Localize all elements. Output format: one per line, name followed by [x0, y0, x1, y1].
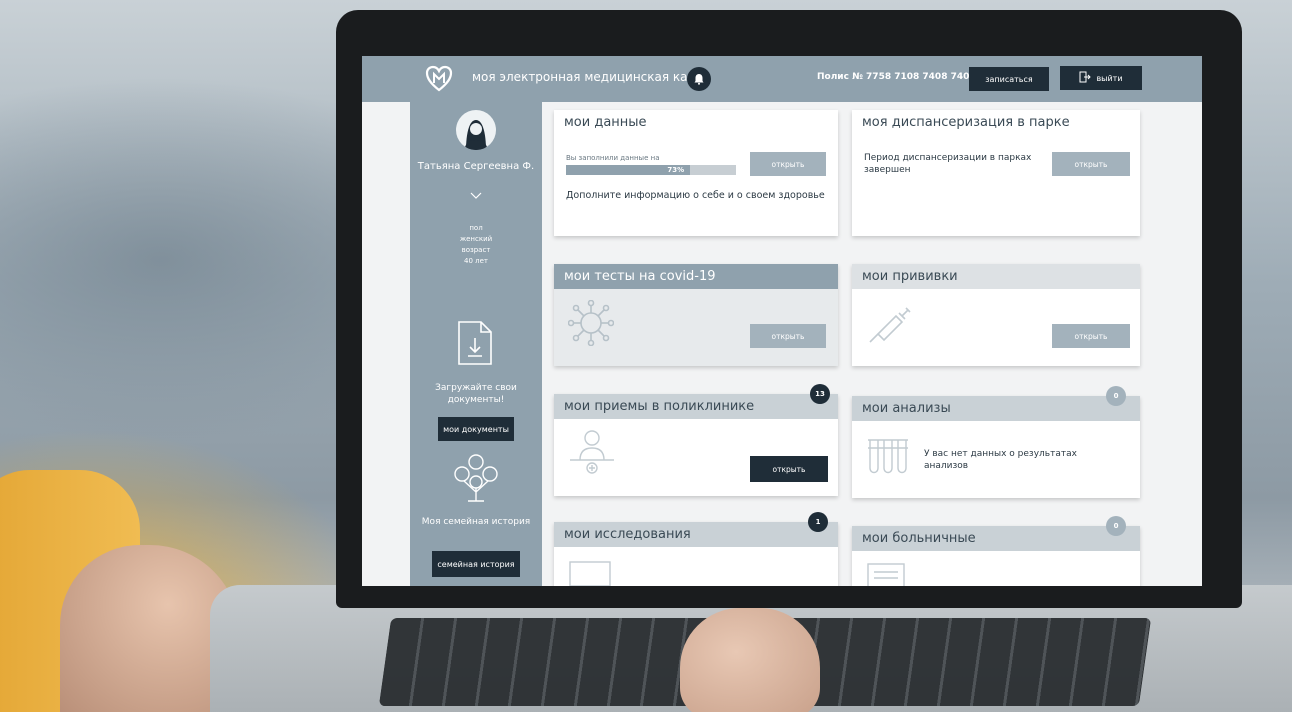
- card-research: мои исследования: [554, 522, 838, 586]
- family-history-button[interactable]: семейная история: [432, 551, 520, 577]
- profile-sidebar: Татьяна Сергеевна Ф. пол женский возраст…: [410, 102, 542, 586]
- family-history-text: Моя семейная история: [421, 517, 531, 527]
- analyses-count-badge: 0: [1106, 386, 1126, 406]
- my-documents-button[interactable]: мои документы: [438, 417, 514, 441]
- logout-label: выйти: [1096, 73, 1123, 83]
- heart-logo-icon[interactable]: [422, 62, 456, 96]
- appointments-count-badge: 13: [810, 384, 830, 404]
- my-data-open-button[interactable]: открыть: [750, 152, 826, 176]
- syringe-icon: [866, 298, 914, 350]
- progress-bar: 73%: [566, 165, 736, 175]
- analyses-text: У вас нет данных о результатах анализов: [924, 449, 1077, 471]
- age-value: 40 лет: [464, 257, 488, 265]
- app-title: моя электронная медицинская карта: [472, 70, 710, 84]
- right-hand: [680, 608, 820, 712]
- card-title: мои тесты на covid-19: [554, 264, 838, 289]
- age-label: возраст: [461, 246, 491, 254]
- card-title: мои приемы в поликлинике: [554, 394, 838, 419]
- appointments-open-button[interactable]: открыть: [750, 456, 828, 482]
- card-title: мои больничные: [852, 526, 1140, 551]
- progress-fill: 73%: [566, 165, 691, 175]
- card-title: мои исследования: [554, 522, 838, 547]
- app-header: моя электронная медицинская карта Полис …: [362, 56, 1202, 102]
- card-sick-leave: мои больничные: [852, 526, 1140, 586]
- family-tree-icon: [452, 452, 500, 502]
- card-analyses: мои анализы У вас нет данных о результат…: [852, 396, 1140, 498]
- card-title: мои анализы: [852, 396, 1140, 421]
- research-count-badge: 1: [808, 512, 828, 532]
- sick-leave-count-badge: 0: [1106, 516, 1126, 536]
- card-my-data: мои данные Вы заполнили данные на 73% До…: [554, 110, 838, 236]
- enroll-button[interactable]: записаться: [969, 67, 1049, 91]
- avatar[interactable]: [456, 110, 496, 150]
- card-covid-tests: мои тесты на covid-19 открыть: [554, 264, 838, 366]
- dispensary-text: Период диспансеризации в парках завершен: [864, 153, 1032, 175]
- document-icon: [866, 562, 906, 586]
- gender-value: женский: [459, 235, 493, 243]
- my-data-hint: Дополните информацию о себе и о своем зд…: [566, 190, 825, 201]
- covid-open-button[interactable]: открыть: [750, 324, 826, 348]
- laptop-screen: моя электронная медицинская карта Полис …: [362, 56, 1202, 586]
- card-title: мои прививки: [852, 264, 1140, 289]
- dispensary-open-button[interactable]: открыть: [1052, 152, 1130, 176]
- progress-text: 73%: [667, 166, 685, 174]
- bell-icon[interactable]: [687, 67, 711, 91]
- policy-number: Полис № 7758 7108 7408 7408: [817, 72, 976, 82]
- card-dispensary: моя диспансеризация в парке Период диспа…: [852, 110, 1140, 236]
- gender-label: пол: [469, 224, 483, 232]
- card-title: мои данные: [554, 110, 838, 135]
- logout-icon: [1079, 71, 1092, 85]
- upload-documents-text: Загружайте свои документы!: [435, 383, 517, 405]
- card-appointments: мои приемы в поликлинике открыть: [554, 394, 838, 496]
- doctor-icon: [568, 426, 616, 480]
- virus-icon: [567, 299, 615, 350]
- vaccines-open-button[interactable]: открыть: [1052, 324, 1130, 348]
- filled-label: Вы заполнили данные на: [566, 154, 660, 162]
- card-title: моя диспансеризация в парке: [852, 110, 1140, 135]
- logout-button[interactable]: выйти: [1060, 66, 1142, 90]
- card-vaccines: мои прививки открыть: [852, 264, 1140, 366]
- test-tubes-icon: [866, 436, 912, 480]
- document-download-icon[interactable]: [457, 320, 493, 366]
- chevron-down-icon[interactable]: [410, 192, 542, 203]
- user-name: Татьяна Сергеевна Ф.: [417, 161, 535, 172]
- monitor-icon: [568, 560, 612, 586]
